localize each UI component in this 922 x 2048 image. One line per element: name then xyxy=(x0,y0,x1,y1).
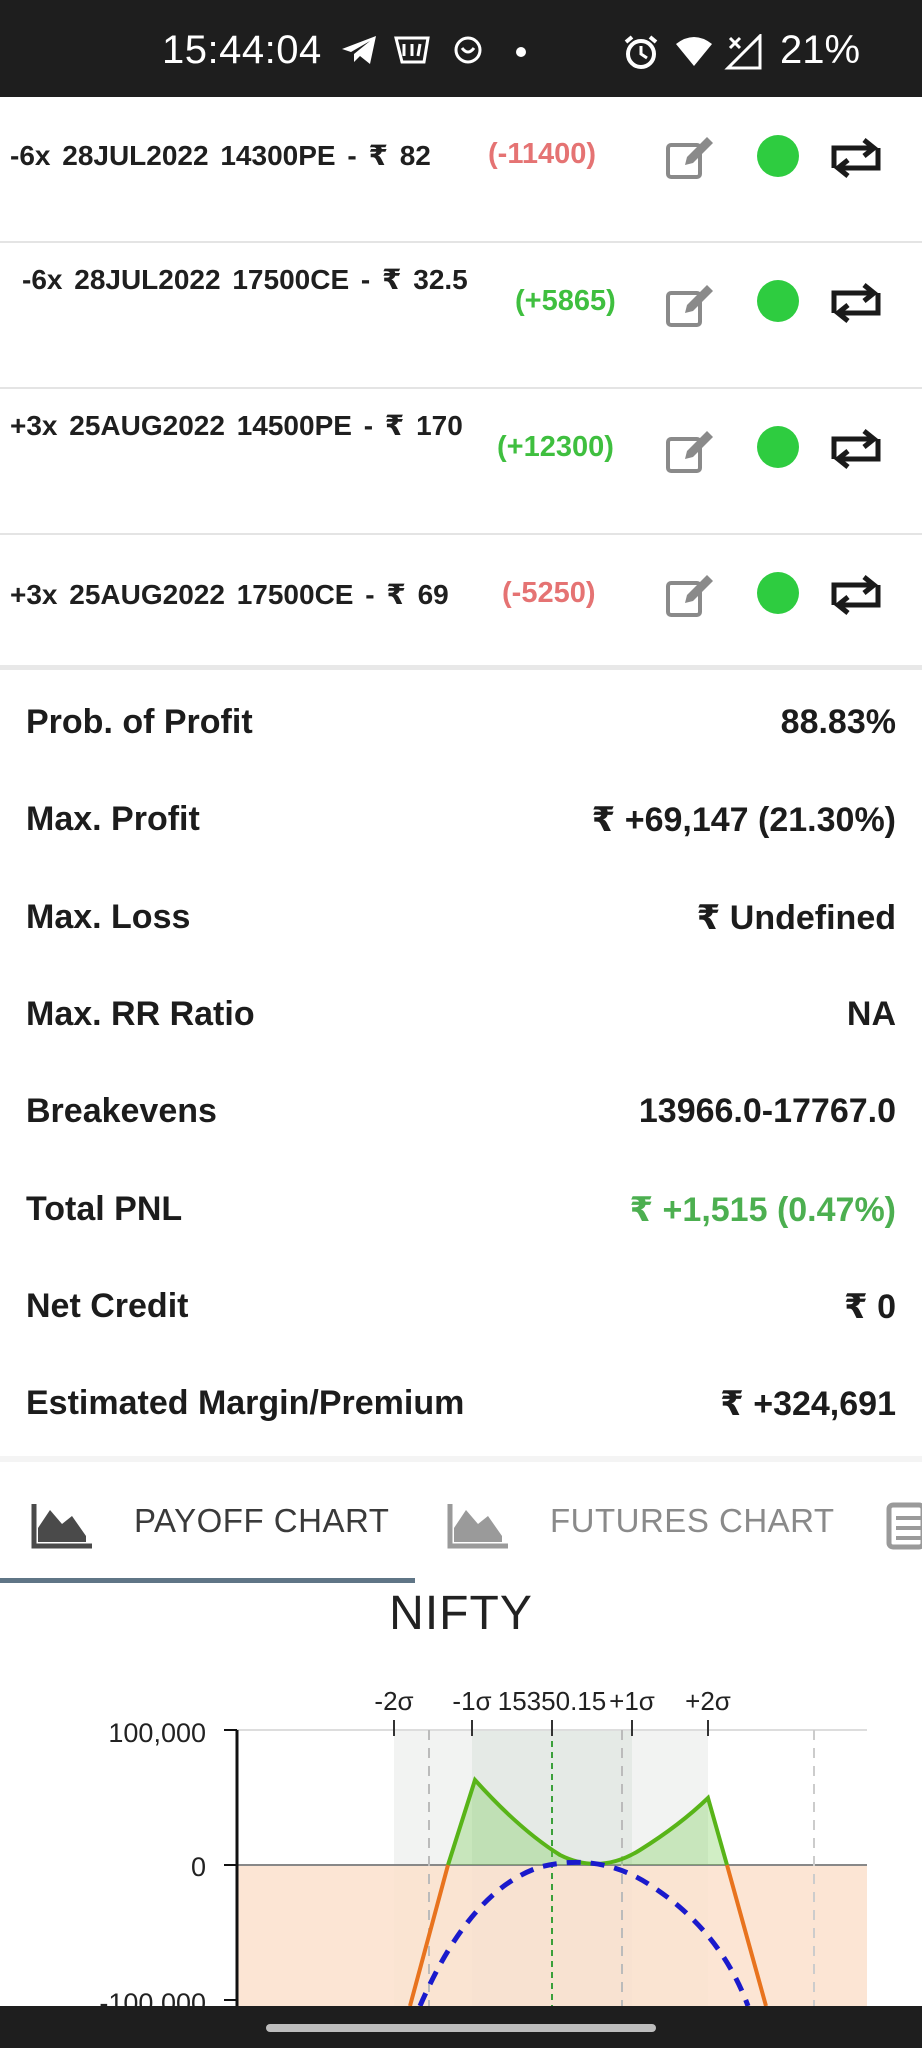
chart-title: NIFTY xyxy=(389,1587,533,1640)
status-time: 15:44:04 xyxy=(162,28,322,72)
stat-value: 13966.0-17767.0 xyxy=(638,1092,896,1130)
stat-value: 88.83% xyxy=(780,703,896,741)
alarm-icon xyxy=(624,35,658,69)
sigma-label: +2σ xyxy=(685,1686,731,1716)
stat-value: ₹ Undefined xyxy=(696,899,896,937)
spot-label: 15350.15 xyxy=(498,1686,606,1716)
tab-futures-chart[interactable]: FUTURES CHART xyxy=(415,1462,865,1586)
stat-value: ₹ +324,691 xyxy=(720,1385,896,1423)
status-bar: 15:44:04 21% xyxy=(0,0,922,97)
y-tick-label: 0 xyxy=(191,1852,206,1882)
leg-status-dot[interactable] xyxy=(757,572,799,614)
stat-max-loss: Max. Loss ₹ Undefined xyxy=(0,868,922,965)
navigation-bar xyxy=(0,2006,922,2048)
stat-max-profit: Max. Profit ₹ +69,147 (21.30%) xyxy=(0,770,922,867)
edit-icon[interactable] xyxy=(665,573,715,619)
y-tick-label: 100,000 xyxy=(108,1718,206,1748)
stat-label: Max. RR Ratio xyxy=(26,995,255,1033)
stat-label: Breakevens xyxy=(26,1092,217,1130)
tab-payoff-chart[interactable]: PAYOFF CHART xyxy=(0,1462,415,1586)
dot-icon xyxy=(516,47,526,57)
stat-estimated-margin: Estimated Margin/Premium ₹ +324,691 xyxy=(0,1354,922,1451)
position-leg-row[interactable]: +3x 25AUG2022 17500CE - ₹ 69 (-5250) xyxy=(0,535,922,681)
section-divider xyxy=(0,665,922,670)
edit-icon[interactable] xyxy=(665,283,715,329)
leg-pnl: (-11400) xyxy=(488,138,597,170)
edit-icon[interactable] xyxy=(665,429,715,475)
leg-status-dot[interactable] xyxy=(757,135,799,177)
stat-max-rr-ratio: Max. RR Ratio NA xyxy=(0,965,922,1062)
tab-label: PAYOFF CHART xyxy=(134,1502,390,1539)
app-icon-2 xyxy=(454,36,482,64)
leg-description: +3x 25AUG2022 14500PE - ₹ 170 xyxy=(10,410,463,441)
payoff-chart[interactable]: 100,000 0 -100,000 -2σ -1σ 15350.15 +1σ … xyxy=(0,1660,922,2006)
leg-pnl: (-5250) xyxy=(502,577,596,609)
swap-icon[interactable] xyxy=(828,575,884,615)
stat-value: ₹ 0 xyxy=(843,1288,896,1326)
leg-description: -6x 28JUL2022 14300PE - ₹ 82 xyxy=(10,140,431,171)
no-signal-icon xyxy=(724,34,762,70)
stat-value: ₹ +1,515 (0.47%) xyxy=(629,1191,896,1229)
stat-prob-of-profit: Prob. of Profit 88.83% xyxy=(0,673,922,770)
stat-net-credit: Net Credit ₹ 0 xyxy=(0,1257,922,1354)
position-leg-row[interactable]: -6x 28JUL2022 17500CE - ₹ 32.5 (+5865) xyxy=(0,243,922,389)
active-tab-indicator xyxy=(0,1578,415,1583)
swap-icon[interactable] xyxy=(828,138,884,178)
stat-value: ₹ +69,147 (21.30%) xyxy=(591,801,896,839)
stat-label: Total PNL xyxy=(26,1190,183,1228)
wifi-icon xyxy=(676,37,712,66)
stat-label: Prob. of Profit xyxy=(26,703,253,741)
leg-pnl: (+12300) xyxy=(497,431,614,463)
swap-icon[interactable] xyxy=(828,283,884,323)
sigma-label: +1σ xyxy=(609,1686,655,1716)
leg-pnl: (+5865) xyxy=(515,285,616,317)
stat-value: NA xyxy=(846,995,896,1033)
list-icon[interactable] xyxy=(886,1502,922,1550)
position-leg-row[interactable]: +3x 25AUG2022 14500PE - ₹ 170 (+12300) xyxy=(0,389,922,535)
stat-breakevens: Breakevens 13966.0-17767.0 xyxy=(0,1062,922,1159)
app-icon xyxy=(394,36,430,64)
battery-percent: 21% xyxy=(780,28,861,72)
stat-label: Estimated Margin/Premium xyxy=(26,1384,465,1422)
sigma-label: -2σ xyxy=(374,1686,413,1716)
swap-icon[interactable] xyxy=(828,429,884,469)
leg-status-dot[interactable] xyxy=(757,280,799,322)
position-leg-row[interactable]: -6x 28JUL2022 14300PE - ₹ 82 (-11400) xyxy=(0,97,922,243)
stat-label: Net Credit xyxy=(26,1287,189,1325)
leg-status-dot[interactable] xyxy=(757,426,799,468)
area-chart-icon xyxy=(447,1504,508,1549)
area-chart-icon xyxy=(31,1504,92,1549)
edit-icon[interactable] xyxy=(665,135,715,181)
telegram-icon xyxy=(342,36,376,64)
leg-description: +3x 25AUG2022 17500CE - ₹ 69 xyxy=(10,579,449,610)
stat-label: Max. Profit xyxy=(26,800,200,838)
stat-label: Max. Loss xyxy=(26,898,191,936)
chart-tabs: PAYOFF CHART FUTURES CHART xyxy=(0,1462,922,1586)
sigma-label: -1σ xyxy=(452,1686,491,1716)
y-tick-label: -100,000 xyxy=(99,1988,206,2006)
stat-total-pnl: Total PNL ₹ +1,515 (0.47%) xyxy=(0,1160,922,1257)
leg-description: -6x 28JUL2022 17500CE - ₹ 32.5 xyxy=(22,264,468,295)
tab-label: FUTURES CHART xyxy=(550,1502,835,1539)
home-gesture-handle[interactable] xyxy=(266,2024,656,2032)
